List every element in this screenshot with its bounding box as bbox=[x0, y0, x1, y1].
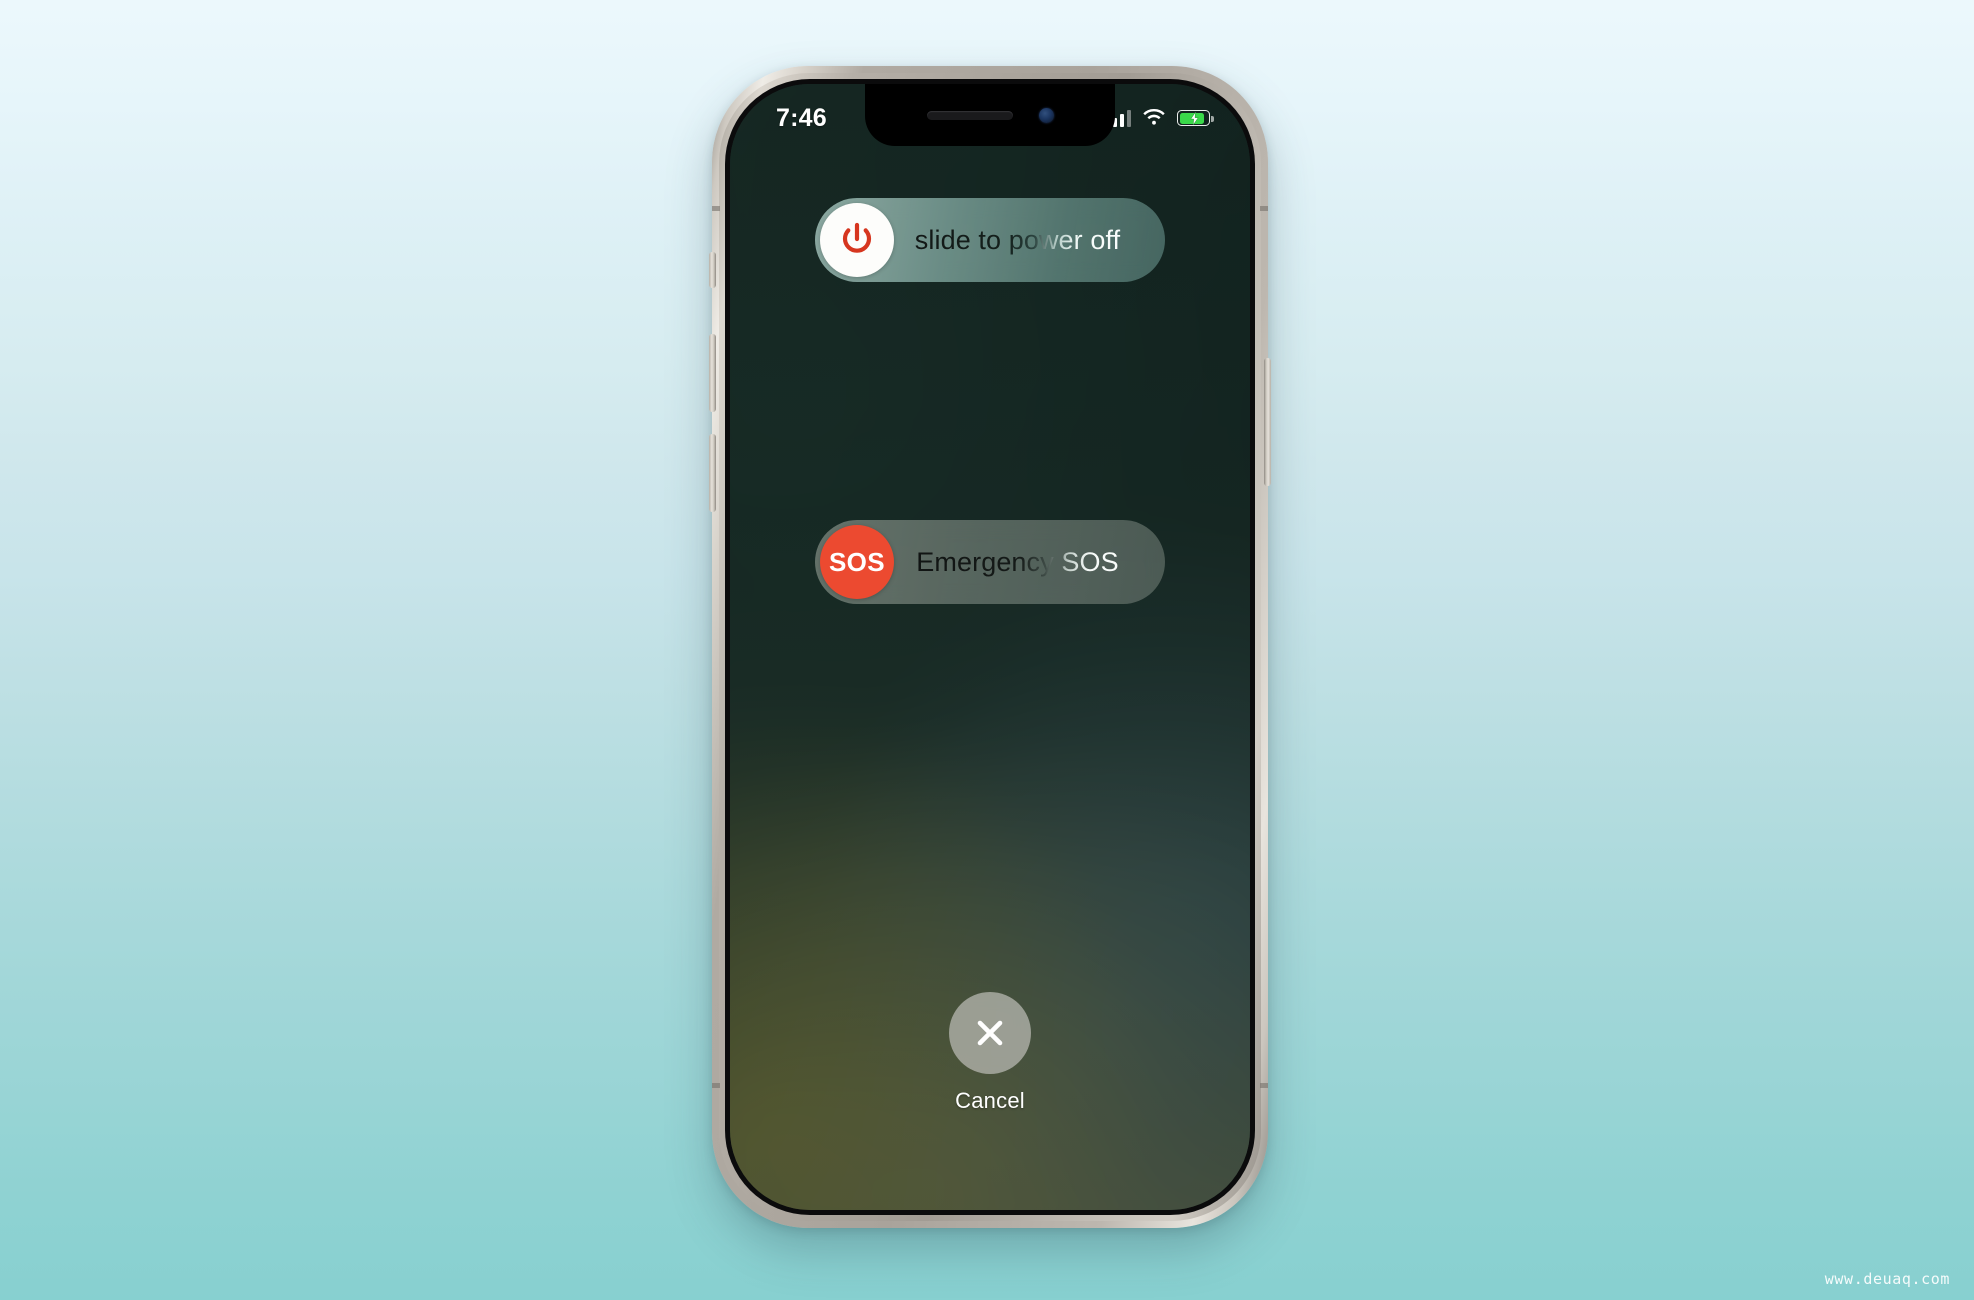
power-button[interactable] bbox=[1264, 358, 1271, 486]
sos-slider-knob[interactable]: SOS bbox=[820, 525, 894, 599]
emergency-sos-slider[interactable]: SOS Emergency SOS bbox=[815, 520, 1165, 604]
slide-to-power-off-label: slide to power off bbox=[894, 225, 1165, 256]
emergency-sos-label: Emergency SOS bbox=[894, 547, 1165, 578]
front-camera-icon bbox=[1038, 107, 1054, 123]
charging-bolt-icon bbox=[1189, 112, 1199, 125]
battery-charging-icon bbox=[1177, 110, 1214, 126]
antenna-band bbox=[712, 206, 720, 211]
notch bbox=[865, 84, 1115, 146]
mute-switch[interactable] bbox=[709, 252, 716, 288]
antenna-band bbox=[712, 1083, 720, 1088]
power-slider-knob[interactable] bbox=[820, 203, 894, 277]
cancel-button[interactable]: Cancel bbox=[949, 992, 1031, 1114]
watermark: www.deuaq.com bbox=[1824, 1270, 1950, 1288]
power-icon bbox=[842, 222, 872, 253]
iphone-device: 7:46 slide to power off SOS Emergency SO… bbox=[709, 66, 1271, 1228]
status-bar-icons bbox=[1105, 109, 1214, 127]
cancel-button-circle[interactable] bbox=[949, 992, 1031, 1074]
earpiece-speaker-icon bbox=[926, 110, 1013, 120]
close-icon bbox=[977, 1020, 1003, 1046]
antenna-band bbox=[1260, 206, 1268, 211]
volume-down-button[interactable] bbox=[709, 434, 716, 512]
slide-to-power-off-slider[interactable]: slide to power off bbox=[815, 198, 1165, 282]
antenna-band bbox=[1260, 1083, 1268, 1088]
volume-up-button[interactable] bbox=[709, 334, 716, 412]
status-bar-time: 7:46 bbox=[776, 103, 827, 132]
sos-icon-label: SOS bbox=[828, 546, 886, 577]
wifi-icon bbox=[1143, 109, 1165, 125]
phone-screen: 7:46 slide to power off SOS Emergency SO… bbox=[730, 84, 1250, 1210]
cancel-button-label: Cancel bbox=[955, 1088, 1025, 1113]
